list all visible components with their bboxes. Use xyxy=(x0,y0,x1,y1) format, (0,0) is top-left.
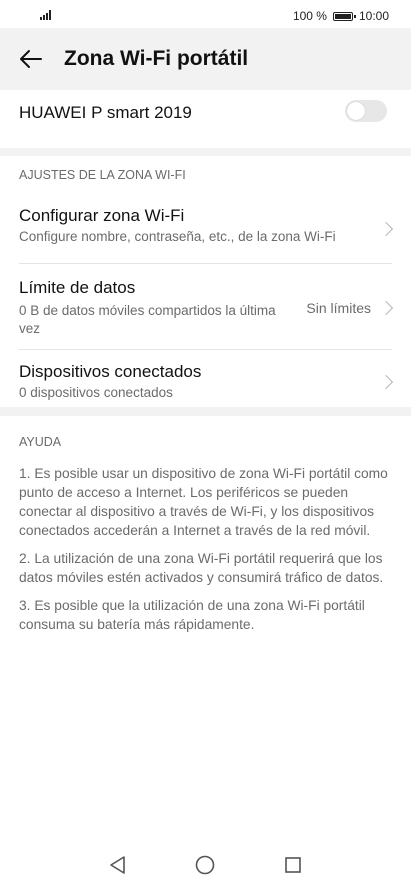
page-title: Zona Wi-Fi portátil xyxy=(64,47,249,70)
triangle-back-icon[interactable] xyxy=(107,854,129,876)
navigation-bar xyxy=(0,842,411,892)
data-limit-value: Sin límites xyxy=(306,300,371,316)
connected-devices-title: Dispositivos conectados xyxy=(19,362,202,381)
clock: 10:00 xyxy=(358,9,389,23)
configure-hotspot-subtitle: Configure nombre, contraseña, etc., de l… xyxy=(19,229,336,244)
configure-hotspot-title: Configurar zona Wi-Fi xyxy=(19,206,185,225)
chevron-right-icon xyxy=(378,300,394,316)
back-arrow-icon[interactable] xyxy=(16,44,46,74)
help-paragraph: 1. Es posible usar un dispositivo de zon… xyxy=(19,466,388,538)
section-separator xyxy=(0,407,411,416)
section-header-help: AYUDA xyxy=(19,435,62,449)
circle-home-icon[interactable] xyxy=(194,854,216,876)
square-recents-icon[interactable] xyxy=(282,854,304,876)
data-limit-subtitle: 0 B de datos móviles compartidos la últi… xyxy=(19,303,276,336)
app-bar: Zona Wi-Fi portátil xyxy=(0,28,411,90)
battery-percent: 100 % xyxy=(292,9,327,23)
battery-icon xyxy=(332,11,356,21)
settings-card: AJUSTES DE LA ZONA WI-FI Configurar zona… xyxy=(0,156,411,408)
signal-icon xyxy=(40,10,51,20)
help-section: AYUDA 1. Es posible usar un dispositivo … xyxy=(0,416,411,836)
status-bar: 100 % 10:00 xyxy=(0,0,411,30)
data-limit-row[interactable]: Límite de datos 0 B de datos móviles com… xyxy=(0,264,411,350)
configure-hotspot-row[interactable]: Configurar zona Wi-Fi Configure nombre, … xyxy=(0,202,411,264)
hotspot-toggle-card: HUAWEI P smart 2019 xyxy=(0,90,411,148)
connected-devices-row[interactable]: Dispositivos conectados 0 dispositivos c… xyxy=(0,350,411,408)
hotspot-toggle-row[interactable]: HUAWEI P smart 2019 xyxy=(0,90,411,148)
data-limit-title: Límite de datos xyxy=(19,278,136,297)
connected-devices-subtitle: 0 dispositivos conectados xyxy=(19,385,173,400)
help-paragraph: 3. Es posible que la utilización de una … xyxy=(19,598,365,632)
help-paragraph: 2. La utilización de una zona Wi-Fi port… xyxy=(19,551,384,585)
status-right: 100 % 10:00 xyxy=(293,9,389,23)
section-header-settings: AJUSTES DE LA ZONA WI-FI xyxy=(19,168,186,182)
hotspot-switch[interactable] xyxy=(345,100,387,122)
